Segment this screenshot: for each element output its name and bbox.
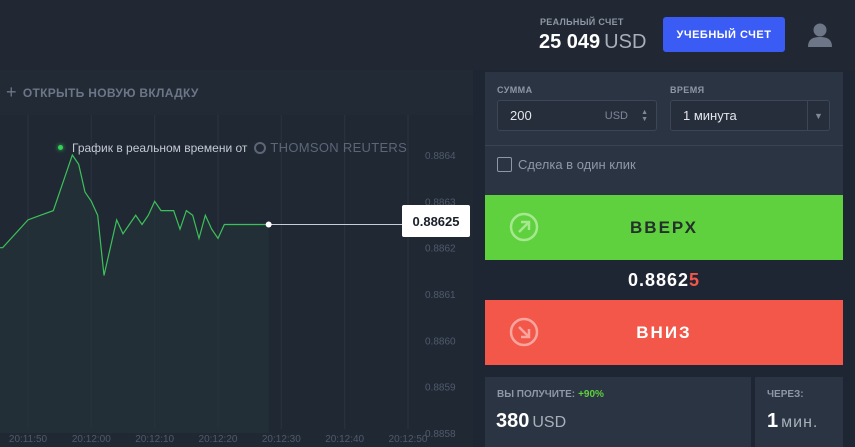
up-label: ВВЕРХ [630, 217, 698, 237]
arrow-down-right-icon [509, 317, 539, 347]
x-tick-label: 20:12:00 [72, 434, 111, 445]
y-tick-label: 0.8861 [425, 290, 456, 301]
account-type-label: РЕАЛЬНЫЙ СЧЕТ [540, 17, 624, 27]
y-tick-label: 0.8860 [425, 336, 456, 347]
x-tick-label: 20:12:30 [262, 434, 301, 445]
y-tick-label: 0.8859 [425, 383, 456, 394]
current-point-marker [265, 221, 272, 228]
current-price-tag: 0.88625 [402, 205, 470, 237]
x-tick-label: 20:12:50 [389, 434, 428, 445]
payout-amount: 380 [496, 410, 530, 432]
y-tick-label: 0.8864 [425, 151, 456, 162]
open-new-tab-label: ОТКРЫТЬ НОВУЮ ВКЛАДКУ [22, 85, 199, 100]
x-tick-label: 20:11:50 [9, 434, 48, 445]
amount-label: СУММА [497, 85, 533, 95]
expiry-unit: мин. [781, 414, 819, 431]
one-click-label: Сделка в один клик [518, 157, 636, 172]
balance-currency: USD [604, 31, 647, 53]
down-label: ВНИЗ [636, 322, 692, 342]
x-tick-label: 20:12:40 [325, 434, 364, 445]
series-area [0, 155, 269, 433]
top-bar: РЕАЛЬНЫЙ СЧЕТ 25 049 USD УЧЕБНЫЙ СЧЕТ [0, 0, 855, 70]
expiry-number: 1 [767, 410, 779, 432]
chevron-down-icon[interactable]: ▼ [807, 101, 829, 130]
user-avatar-icon[interactable] [806, 20, 834, 48]
time-label: ВРЕМЯ [670, 85, 705, 95]
current-price-last-digit: 5 [689, 270, 701, 290]
reuters-text: THOMSON REUTERS [270, 140, 408, 155]
up-button[interactable]: ВВЕРХ [485, 195, 843, 260]
arrow-up-right-icon [509, 212, 539, 242]
reuters-ring-icon [254, 141, 267, 154]
open-new-tab-button[interactable]: + ОТКРЫТЬ НОВУЮ ВКЛАДКУ [0, 70, 473, 115]
y-tick-label: 0.8862 [425, 244, 456, 255]
payout-value: 380 USD [496, 410, 566, 433]
account-balance: 25 049 USD [539, 31, 646, 54]
x-tick-label: 20:12:20 [199, 434, 238, 445]
realtime-text: График в реальном времени от [72, 140, 248, 155]
one-click-checkbox[interactable]: Сделка в один клик [497, 157, 636, 172]
amount-currency: USD [604, 109, 628, 122]
current-price: 0.88625 [485, 270, 843, 291]
amount-stepper-icon[interactable]: ▲ ▼ [641, 109, 648, 123]
payout-box: ВЫ ПОЛУЧИТЕ: +90% 380 USD [485, 377, 751, 447]
trade-panel: СУММА 200 USD ▲ ▼ ВРЕМЯ 1 минута ▼ Сделка… [485, 70, 855, 447]
payout-currency: USD [532, 414, 567, 431]
y-tick-label: 0.8858 [425, 429, 456, 440]
price-chart[interactable]: 20:11:50 20:12:00 20:12:10 20:12:20 20:12:30… [0, 115, 473, 447]
plus-icon: + [6, 82, 17, 102]
amount-value: 200 [510, 108, 532, 123]
current-price-main: 0.8862 [627, 270, 690, 290]
time-select[interactable]: 1 минута ▼ [670, 100, 830, 131]
checkbox-icon[interactable] [497, 157, 512, 172]
payout-percent: +90% [578, 389, 604, 400]
expiry-box: ЧЕРЕЗ: 1 мин. [755, 377, 843, 447]
amount-input[interactable]: 200 USD ▲ ▼ [497, 100, 657, 131]
x-tick-label: 20:12:10 [135, 434, 174, 445]
payout-label: ВЫ ПОЛУЧИТЕ: +90% [497, 389, 604, 400]
live-indicator-icon [58, 145, 63, 150]
payout-label-text: ВЫ ПОЛУЧИТЕ: [497, 389, 576, 400]
time-value: 1 минута [683, 108, 737, 123]
reuters-logo: THOMSON REUTERS [254, 140, 407, 155]
demo-account-button[interactable]: УЧЕБНЫЙ СЧЕТ [663, 17, 785, 52]
down-button[interactable]: ВНИЗ [485, 300, 843, 365]
balance-value: 25 049 [539, 31, 601, 53]
divider [485, 145, 843, 146]
expiry-value: 1 мин. [767, 410, 818, 433]
realtime-chart-label: График в реальном времени от THOMSON REU… [58, 140, 407, 155]
expiry-label: ЧЕРЕЗ: [767, 389, 804, 400]
trade-inputs: СУММА 200 USD ▲ ▼ ВРЕМЯ 1 минута ▼ Сделка… [485, 72, 843, 207]
